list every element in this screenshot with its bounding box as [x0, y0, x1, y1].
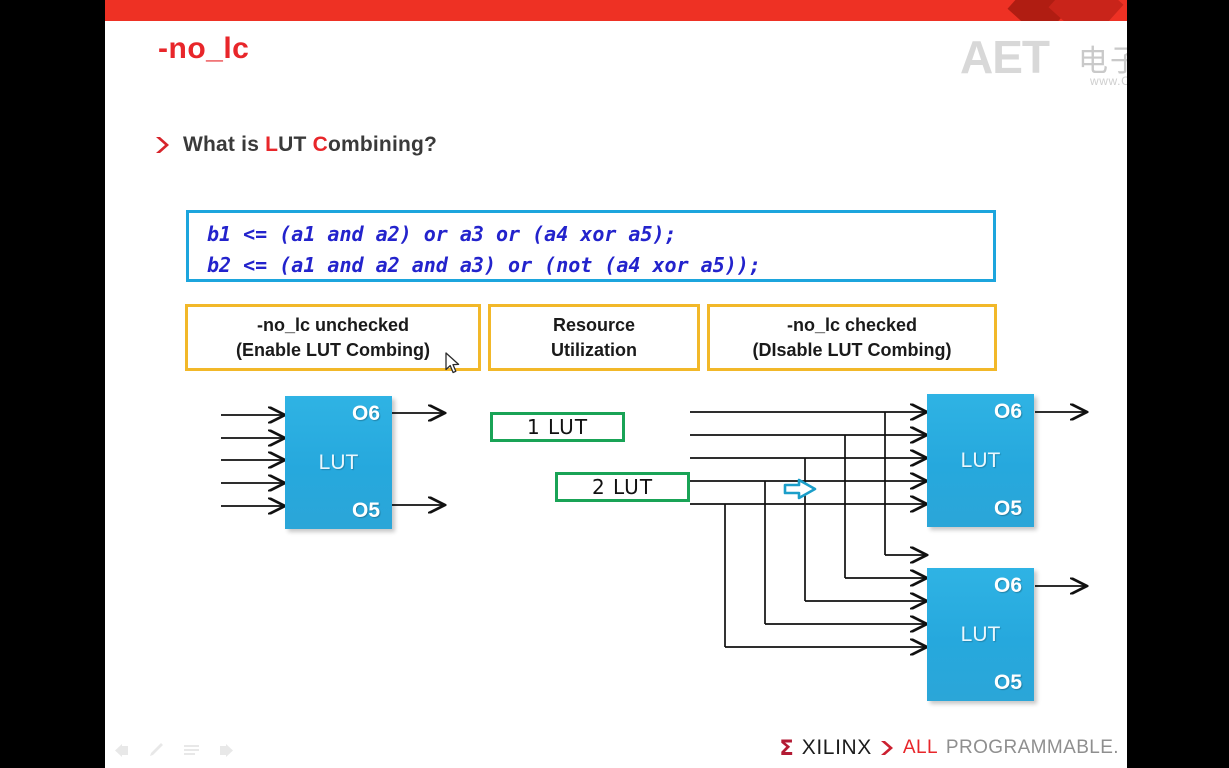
bullet-highlight-l: L	[265, 133, 279, 156]
page-title: -no_lc	[158, 32, 250, 65]
column-0-line-1: -no_lc unchecked	[256, 314, 410, 335]
bullet-ut: UT	[278, 133, 313, 156]
column-1-line-2: Utilization	[551, 339, 637, 360]
lut-right-bottom-label: LUT	[960, 622, 1001, 646]
column-header-no-lc-unchecked[interactable]: -no_lc unchecked (Enable LUT Combing)	[185, 304, 481, 371]
pen-icon[interactable]	[148, 743, 165, 758]
lut-block-right-top[interactable]: O6 LUT O5	[927, 394, 1034, 527]
lut-left-output-o5: O5	[351, 499, 380, 522]
watermark-aet-logo: AET	[960, 31, 1050, 83]
watermark-chinese-text: 电子技术应用	[1078, 44, 1127, 79]
xilinx-wordmark: XILINX	[801, 736, 872, 759]
chevron-right-icon	[155, 136, 171, 154]
forward-arrow-icon[interactable]	[218, 743, 235, 758]
callout-arrow-right-icon	[783, 478, 817, 500]
back-arrow-icon[interactable]	[113, 743, 130, 758]
top-red-bar	[105, 0, 1127, 21]
lut-right-bottom-output-o6: O6	[993, 574, 1022, 597]
column-header-resource-utilization[interactable]: Resource Utilization	[488, 304, 700, 371]
lut-right-top-label: LUT	[960, 448, 1001, 472]
menu-icon[interactable]	[183, 743, 200, 758]
slide-canvas: -no_lc AET 电子技术应用 www.ChinaAET.com What …	[105, 0, 1127, 768]
callout-2-lut: 2 LUT	[555, 472, 690, 502]
xilinx-branding: Σ XILINX ALL PROGRAMMABLE.	[779, 736, 1119, 760]
code-block: b1 <= (a1 and a2) or a3 or (a4 xor a5); …	[186, 210, 996, 282]
column-0-line-2: (Enable LUT Combing)	[236, 339, 430, 360]
bullet-pre: What is	[183, 133, 266, 156]
column-2-line-1: -no_lc checked	[786, 314, 918, 335]
callout-1-lut: 1 LUT	[490, 412, 625, 442]
column-header-no-lc-checked[interactable]: -no_lc checked (DIsable LUT Combing)	[707, 304, 997, 371]
lut-diagram: O6 LUT O5 O6 LUT O5 O6 LUT O5 1 LUT 2 LU…	[105, 380, 1127, 720]
bullet-post: ombining?	[327, 133, 438, 156]
code-line-1: b1 <= (a1 and a2) or a3 or (a4 xor a5);	[207, 222, 677, 246]
top-bar-decoration	[1007, 0, 1127, 21]
lut-left-output-o6: O6	[351, 402, 380, 425]
watermark: AET 电子技术应用 www.ChinaAET.com	[960, 30, 1127, 92]
bullet-highlight-c: C	[312, 133, 328, 156]
callout-2-lut-label: 2 LUT	[591, 475, 654, 499]
tagline-rest: PROGRAMMABLE.	[945, 737, 1119, 758]
watermark-url: www.ChinaAET.com	[1090, 74, 1127, 88]
lut-left-label: LUT	[318, 450, 359, 474]
lut-block-left[interactable]: O6 LUT O5	[285, 396, 392, 529]
screen: -no_lc AET 电子技术应用 www.ChinaAET.com What …	[0, 0, 1229, 768]
tagline-accent: ALL	[902, 737, 938, 758]
column-2-line-2: (DIsable LUT Combing)	[752, 339, 952, 360]
bullet-text: What is LUT Combining?	[183, 133, 437, 157]
bullet-row: What is LUT Combining?	[155, 133, 437, 157]
column-1-line-1: Resource	[552, 314, 636, 335]
chevron-right-icon	[880, 740, 895, 756]
lut-right-bottom-output-o5: O5	[993, 671, 1022, 694]
lut-right-top-output-o5: O5	[993, 497, 1022, 520]
callout-1-lut-label: 1 LUT	[526, 415, 589, 439]
lut-block-right-bottom[interactable]: O6 LUT O5	[927, 568, 1034, 701]
lut-right-top-output-o6: O6	[993, 400, 1022, 423]
code-line-2: b2 <= (a1 and a2 and a3) or (not (a4 xor…	[207, 253, 761, 277]
presentation-nav-toolbar[interactable]	[113, 743, 235, 758]
xilinx-sigma-logo-icon: Σ	[779, 736, 794, 760]
